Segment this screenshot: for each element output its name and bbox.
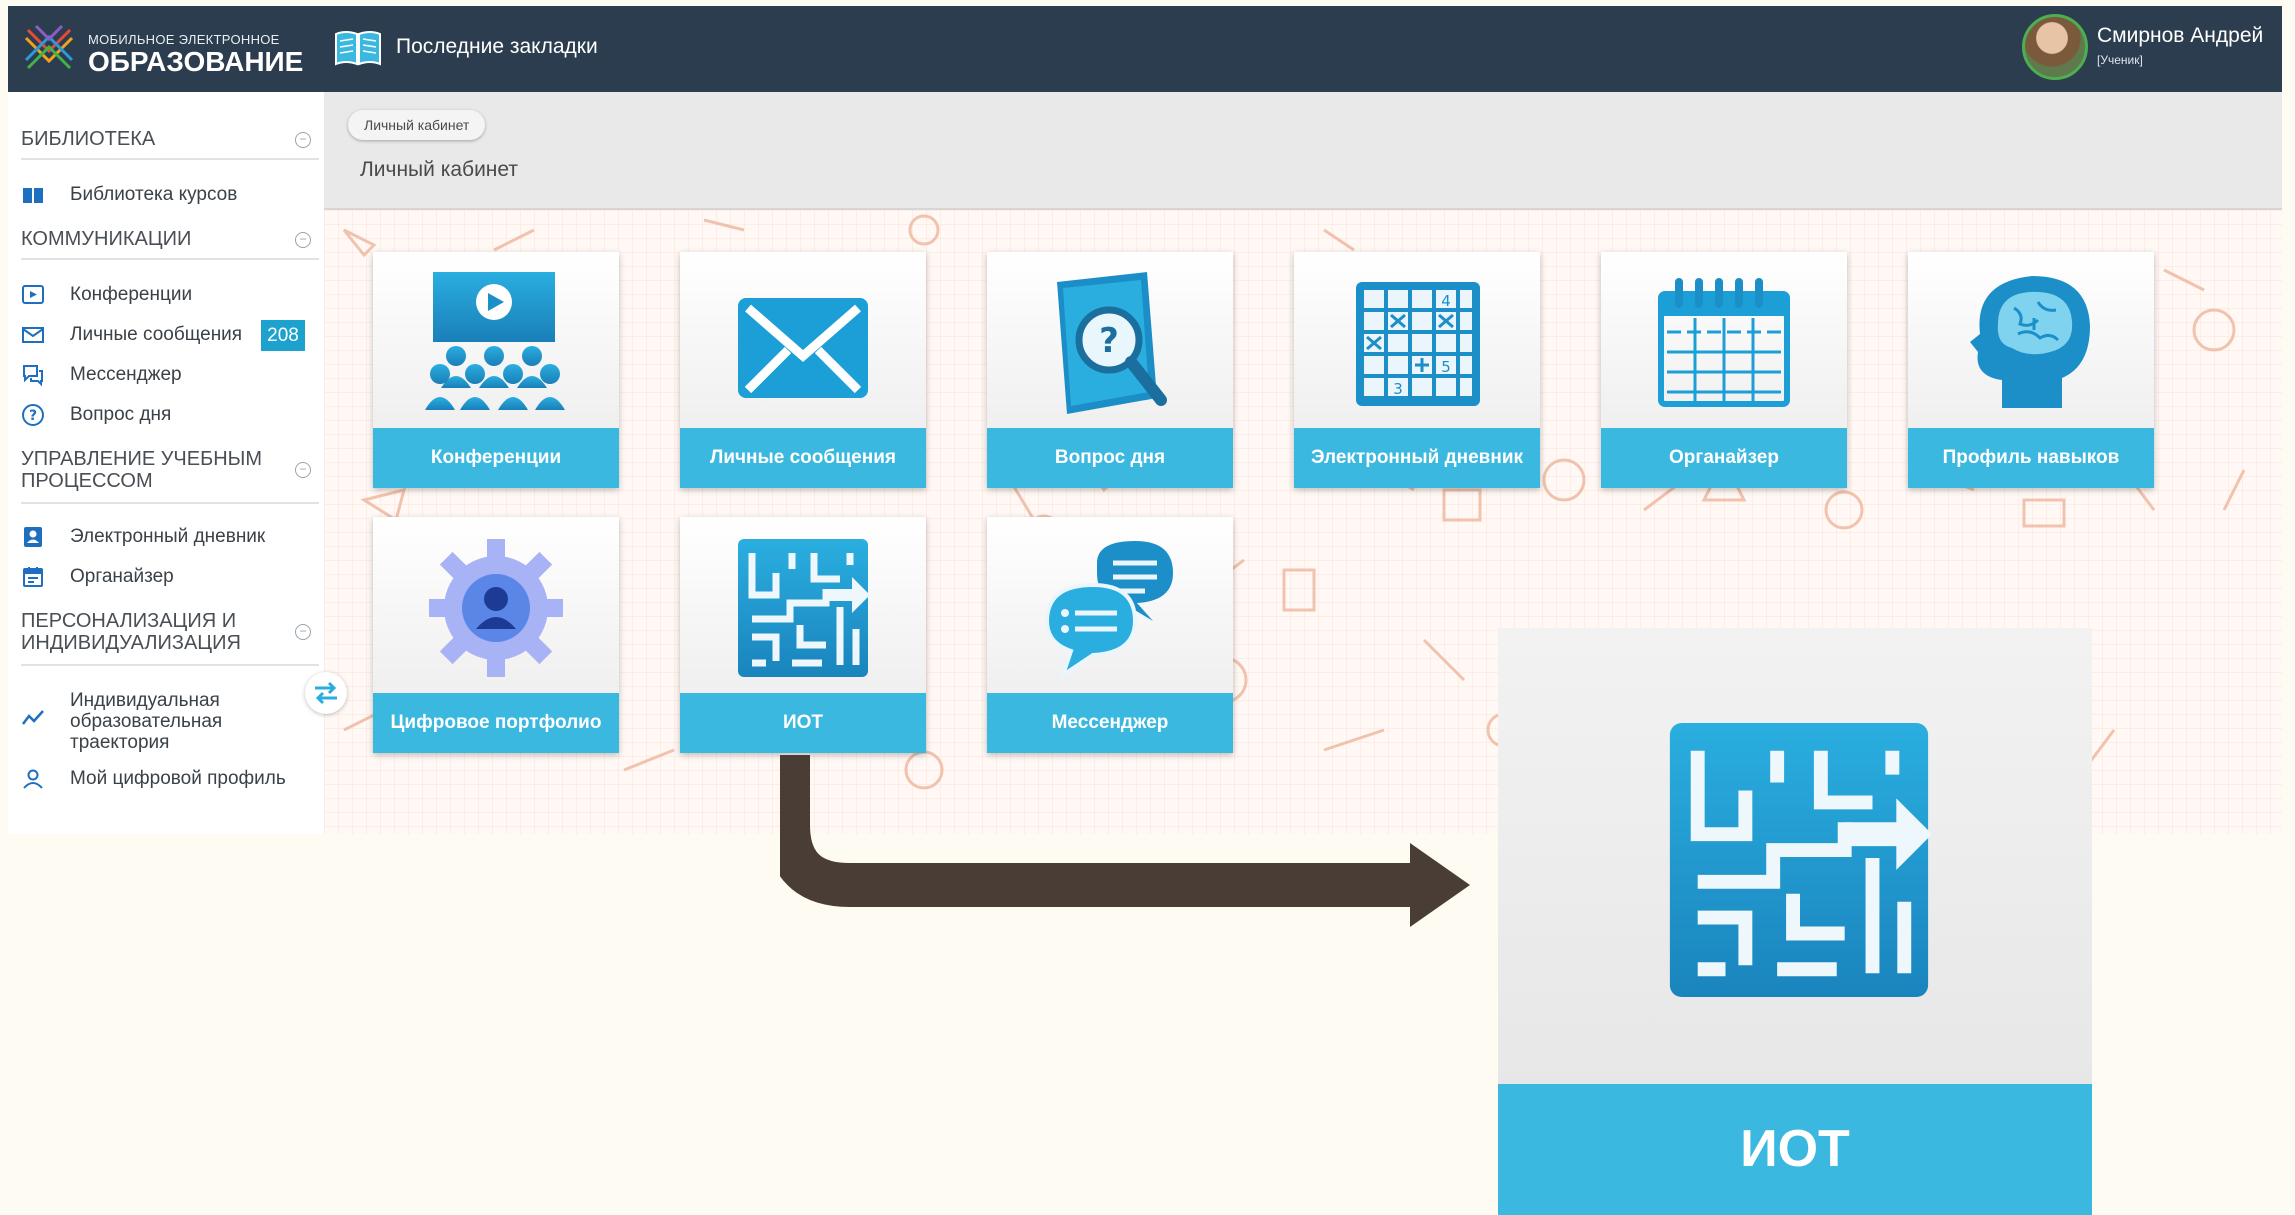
grid-diary-icon: 4 5 3 bbox=[1356, 282, 1480, 406]
section-title: БИБЛИОТЕКА bbox=[21, 128, 156, 150]
mail-icon bbox=[22, 327, 44, 343]
arrow-icon bbox=[780, 755, 1470, 927]
section-title: ПЕРСОНАЛИЗАЦИЯ И ИНДИВИДУАЛИЗАЦИЯ bbox=[21, 610, 241, 654]
divider bbox=[21, 502, 319, 504]
sidebar-item-label: Органайзер bbox=[70, 566, 174, 587]
chat-icon bbox=[23, 365, 43, 387]
book-icon bbox=[23, 188, 43, 203]
tile-label: Электронный дневник bbox=[1294, 428, 1540, 488]
svg-text:5: 5 bbox=[1441, 358, 1451, 376]
maze-icon bbox=[1654, 710, 1944, 1010]
tile-label: Личные сообщения bbox=[680, 428, 926, 488]
collapse-section-icon[interactable]: − bbox=[295, 232, 311, 248]
play-icon bbox=[22, 285, 44, 304]
svg-text:?: ? bbox=[29, 408, 37, 424]
top-header: МОБИЛЬНОЕ ЭЛЕКТРОННОЕ ОБРАЗОВАНИЕ Послед… bbox=[8, 6, 2282, 92]
tile-skills-profile[interactable]: Профиль навыков bbox=[1908, 252, 2154, 488]
collapse-section-icon[interactable]: − bbox=[295, 462, 311, 478]
tile-label: ИОТ bbox=[680, 693, 926, 753]
speech-bubbles-icon bbox=[1044, 541, 1173, 680]
tile-messenger[interactable]: Мессенджер bbox=[987, 517, 1233, 753]
tile-organizer[interactable]: Органайзер bbox=[1601, 252, 1847, 488]
sidebar-item-label: Мессенджер bbox=[70, 364, 182, 385]
user-name[interactable]: Смирнов Андрей bbox=[2097, 24, 2263, 48]
divider bbox=[21, 664, 319, 666]
section-communications[interactable]: КОММУНИКАЦИИ − bbox=[21, 228, 321, 250]
section-personalization[interactable]: ПЕРСОНАЛИЗАЦИЯ И ИНДИВИДУАЛИЗАЦИЯ − bbox=[21, 610, 321, 654]
iot-zoom-card[interactable]: ИОТ bbox=[1498, 628, 2092, 1215]
sidebar-item-label: Конференции bbox=[70, 284, 193, 305]
zoom-label: ИОТ bbox=[1498, 1084, 2092, 1215]
tile-label: Органайзер bbox=[1601, 428, 1847, 488]
svg-text:?: ? bbox=[1099, 321, 1119, 361]
calendar-icon bbox=[23, 567, 43, 587]
tile-iot[interactable]: ИОТ bbox=[680, 517, 926, 753]
tile-electronic-diary[interactable]: 4 5 3 Электронный дневник bbox=[1294, 252, 1540, 488]
sidebar-item-messenger[interactable]: Мессенджер bbox=[21, 360, 321, 390]
conference-icon bbox=[425, 272, 565, 410]
organizer-icon bbox=[1658, 278, 1790, 407]
divider bbox=[21, 158, 319, 160]
sidebar-item-digital-profile[interactable]: Мой цифровой профиль bbox=[21, 764, 321, 794]
sidebar-item-electronic-diary[interactable]: Электронный дневник bbox=[21, 522, 321, 552]
logo-big-text: ОБРАЗОВАНИЕ bbox=[88, 46, 304, 77]
tile-digital-portfolio[interactable]: Цифровое портфолио bbox=[373, 517, 619, 753]
collapse-section-icon[interactable]: − bbox=[295, 132, 311, 148]
tile-label: Профиль навыков bbox=[1908, 428, 2154, 488]
tile-conferences[interactable]: Конференции bbox=[373, 252, 619, 488]
sidebar-item-individual-trajectory[interactable]: Индивидуальная образовательная траектори… bbox=[21, 686, 321, 753]
logo-small-text: МОБИЛЬНОЕ ЭЛЕКТРОННОЕ bbox=[88, 32, 280, 47]
sidebar: БИБЛИОТЕКА − Библиотека курсов КОММУНИКА… bbox=[8, 92, 324, 834]
breadcrumb[interactable]: Личный кабинет bbox=[348, 110, 486, 140]
tile-label: Мессенджер bbox=[987, 693, 1233, 753]
sidebar-item-course-library[interactable]: Библиотека курсов bbox=[21, 180, 321, 210]
page-title: Личный кабинет bbox=[360, 158, 518, 181]
unread-count-badge: 208 bbox=[261, 320, 305, 351]
sidebar-item-question-of-day[interactable]: ? Вопрос дня bbox=[21, 400, 321, 430]
question-icon: ? bbox=[22, 404, 44, 426]
sidebar-item-label: Личные сообщения bbox=[70, 324, 243, 345]
open-book-icon[interactable] bbox=[334, 28, 382, 68]
section-title: УПРАВЛЕНИЕ УЧЕБНЫМ ПРОЦЕССОМ bbox=[21, 448, 263, 492]
sidebar-item-label: Индивидуальная образовательная траектори… bbox=[70, 690, 223, 753]
collapse-section-icon[interactable]: − bbox=[295, 624, 311, 640]
sidebar-item-label: Библиотека курсов bbox=[70, 184, 238, 205]
sidebar-item-organizer[interactable]: Органайзер bbox=[21, 562, 321, 592]
sidebar-item-conferences[interactable]: Конференции bbox=[21, 280, 321, 310]
envelope-icon bbox=[738, 298, 868, 398]
question-book-icon: ? bbox=[1057, 272, 1167, 414]
portfolio-gear-icon bbox=[429, 539, 563, 677]
user-icon bbox=[23, 769, 43, 789]
trajectory-icon bbox=[22, 710, 44, 725]
sidebar-item-messages[interactable]: Личные сообщения 208 bbox=[21, 320, 321, 351]
divider bbox=[21, 258, 319, 260]
maze-icon bbox=[730, 533, 876, 683]
recent-bookmarks-link[interactable]: Последние закладки bbox=[396, 35, 598, 59]
sidebar-item-label: Мой цифровой профиль bbox=[70, 768, 286, 789]
tile-personal-messages[interactable]: Личные сообщения bbox=[680, 252, 926, 488]
section-learning-management[interactable]: УПРАВЛЕНИЕ УЧЕБНЫМ ПРОЦЕССОМ − bbox=[21, 448, 321, 492]
sidebar-toggle-button[interactable] bbox=[305, 672, 347, 714]
tile-label: Вопрос дня bbox=[987, 428, 1233, 488]
section-library[interactable]: БИБЛИОТЕКА − bbox=[21, 128, 321, 150]
logo-icon bbox=[24, 24, 74, 70]
avatar[interactable] bbox=[2022, 14, 2088, 80]
tile-question-of-day[interactable]: ? Вопрос дня bbox=[987, 252, 1233, 488]
tile-label: Цифровое портфолио bbox=[373, 693, 619, 753]
brain-icon bbox=[1970, 276, 2090, 408]
svg-text:3: 3 bbox=[1393, 380, 1403, 398]
tile-label: Конференции bbox=[373, 428, 619, 488]
logo[interactable]: МОБИЛЬНОЕ ЭЛЕКТРОННОЕ ОБРАЗОВАНИЕ bbox=[22, 18, 322, 78]
sidebar-item-label: Вопрос дня bbox=[70, 404, 172, 425]
sidebar-item-label: Электронный дневник bbox=[70, 526, 266, 547]
svg-text:4: 4 bbox=[1441, 292, 1451, 310]
content-header: Личный кабинет Личный кабинет bbox=[324, 92, 2282, 210]
swap-arrows-icon bbox=[315, 681, 337, 705]
user-role: [Ученик] bbox=[2097, 53, 2143, 67]
section-title: КОММУНИКАЦИИ bbox=[21, 228, 192, 250]
diary-icon bbox=[24, 527, 42, 547]
